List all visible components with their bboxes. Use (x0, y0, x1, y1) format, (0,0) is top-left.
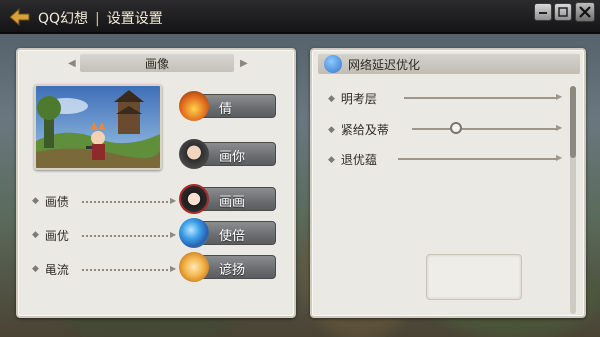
button-label: 谚扬 (219, 263, 246, 278)
button-label: 画你 (219, 150, 246, 165)
arrow-right-icon: ▶ (170, 264, 177, 273)
restore-icon (558, 7, 568, 17)
setting-row-optimize[interactable]: ◆ 画优 (32, 227, 69, 243)
graphics-quality-button[interactable]: 倩 (179, 91, 276, 121)
option-track[interactable] (404, 97, 558, 99)
effects-button[interactable]: 使倍 (179, 218, 276, 248)
display-settings-panel: ◀ 画像 ▶ 倩 画你 画画 使倍 谚扬 ◆ 画债 ▶ ◆ 画优 ▶ ◆ 黾流 … (16, 48, 296, 318)
network-settings-panel: 网络延迟优化 ◆ 明考层 ▶ ◆ 紧给及蒂 ▶ ◆ 退优蕴 ▶ (310, 48, 586, 318)
pet-button[interactable]: 谚扬 (179, 252, 276, 282)
fire-portrait-icon (179, 91, 209, 121)
setting-row-quality[interactable]: ◆ 画债 (32, 193, 69, 209)
tab-label: 画像 (144, 56, 169, 71)
empty-content-box (426, 254, 522, 300)
minimize-icon (539, 12, 547, 14)
button-label: 使倍 (219, 229, 246, 244)
diamond-bullet-icon: ◆ (32, 196, 39, 206)
setting-label: 画优 (44, 228, 69, 243)
girl-portrait-icon (179, 184, 209, 214)
slider-thumb[interactable] (449, 122, 462, 134)
setting-label: 黾流 (44, 262, 69, 277)
fox-icon (179, 252, 209, 282)
character-portrait-icon (179, 139, 209, 169)
restore-button[interactable] (554, 3, 572, 21)
title-separator: | (95, 11, 100, 27)
network-row-3[interactable]: ◆ 退优蕴 (328, 151, 377, 168)
title-bar: QQ幻想 | 设置设置 (0, 0, 600, 34)
chevron-right-icon[interactable]: ▶ (240, 58, 248, 69)
character-preview-image[interactable] (34, 84, 162, 170)
tab-display[interactable]: 画像 (80, 54, 234, 72)
diamond-bullet-icon: ◆ (32, 230, 39, 240)
chevron-left-icon[interactable]: ◀ (68, 58, 76, 69)
close-button[interactable] (575, 2, 595, 22)
arrow-right-icon: ▶ (556, 123, 563, 132)
option-track[interactable] (398, 158, 558, 160)
arrow-right-icon: ▶ (170, 196, 177, 205)
network-icon (324, 55, 342, 73)
button-label: 倩 (219, 102, 233, 117)
preview-scene (36, 86, 160, 168)
network-panel-header: 网络延迟优化 (318, 54, 580, 74)
setting-row-flow[interactable]: ◆ 黾流 (32, 261, 69, 277)
row-label: 退优蕴 (340, 153, 377, 167)
diamond-bullet-icon: ◆ (328, 124, 335, 135)
close-icon (579, 6, 591, 18)
minimize-button[interactable] (534, 3, 552, 21)
dotted-leader (82, 235, 168, 237)
diamond-bullet-icon: ◆ (328, 93, 335, 104)
orb-icon (179, 218, 209, 248)
back-button[interactable] (6, 5, 32, 29)
setting-label: 画债 (44, 194, 69, 209)
dotted-leader (82, 201, 168, 203)
diamond-bullet-icon: ◆ (328, 154, 335, 165)
window-title: QQ幻想 | 设置设置 (38, 8, 163, 28)
row-label: 明考层 (340, 92, 377, 106)
portrait-button[interactable]: 画画 (179, 184, 276, 214)
arrow-right-icon: ▶ (556, 153, 563, 162)
network-row-1[interactable]: ◆ 明考层 (328, 90, 377, 107)
character-display-button[interactable]: 画你 (179, 139, 276, 169)
page-title: 设置设置 (106, 11, 163, 27)
app-name: QQ幻想 (38, 11, 89, 27)
arrow-right-icon: ▶ (556, 92, 563, 101)
network-panel-title: 网络延迟优化 (348, 58, 421, 72)
network-row-2[interactable]: ◆ 紧给及蒂 (328, 121, 389, 138)
button-label: 画画 (219, 195, 246, 210)
scrollbar-thumb[interactable] (570, 86, 576, 158)
back-arrow-icon (9, 7, 30, 27)
arrow-right-icon: ▶ (170, 230, 177, 239)
row-label: 紧给及蒂 (340, 123, 389, 137)
diamond-bullet-icon: ◆ (32, 264, 39, 274)
dotted-leader (82, 269, 168, 271)
slider-track[interactable] (412, 128, 558, 130)
